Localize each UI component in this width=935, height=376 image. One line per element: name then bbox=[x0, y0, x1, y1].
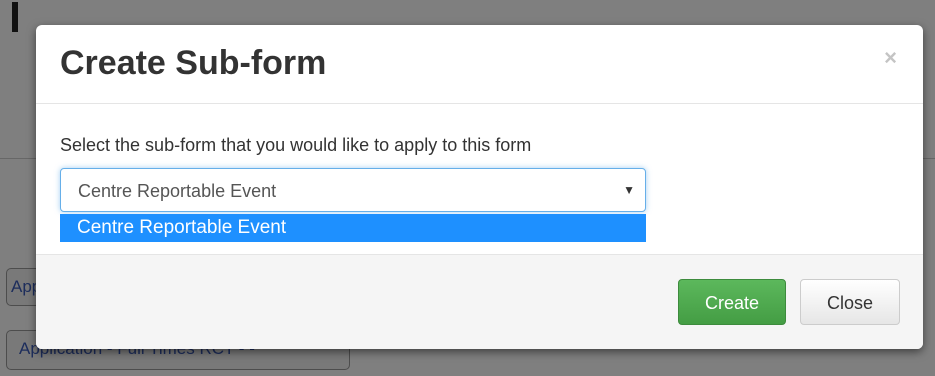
subform-select-value: Centre Reportable Event bbox=[78, 181, 277, 201]
subform-prompt-label: Select the sub-form that you would like … bbox=[60, 135, 532, 155]
dropdown-option-centre-reportable-event[interactable]: Centre Reportable Event bbox=[77, 217, 286, 239]
close-button[interactable]: Close bbox=[800, 279, 900, 325]
dialog-title: Create Sub-form bbox=[60, 44, 327, 82]
subform-dropdown-list: Centre Reportable Event bbox=[60, 214, 646, 242]
chevron-down-icon: ▼ bbox=[623, 183, 635, 197]
close-icon[interactable]: × bbox=[884, 47, 897, 69]
create-subform-dialog: Create Sub-form × Select the sub-form th… bbox=[36, 25, 923, 349]
dialog-footer: Create Close bbox=[36, 254, 923, 349]
create-button[interactable]: Create bbox=[678, 279, 786, 325]
dialog-body: Select the sub-form that you would like … bbox=[36, 104, 923, 254]
dialog-header: Create Sub-form × bbox=[36, 25, 923, 104]
subform-select[interactable]: Centre Reportable Event ▼ bbox=[60, 168, 646, 212]
